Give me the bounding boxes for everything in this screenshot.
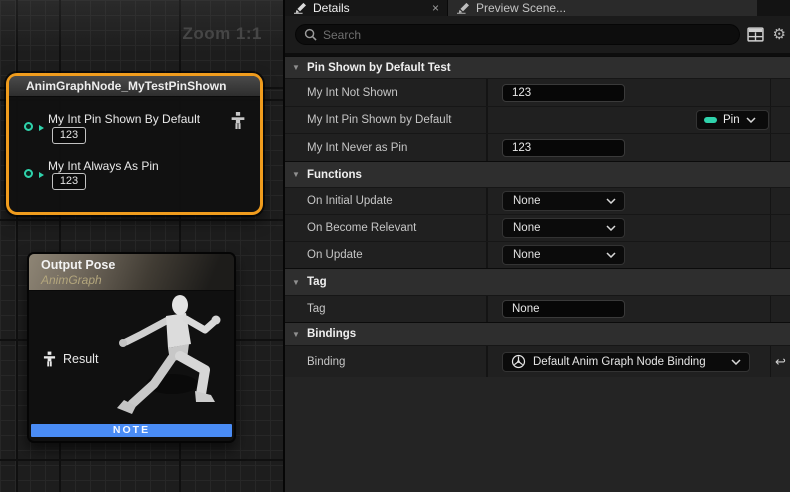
pose-watch-person-icon[interactable]: [230, 112, 246, 129]
node-header[interactable]: Output Pose AnimGraph: [29, 254, 234, 291]
tab-well: [757, 0, 790, 16]
property-row: Tag: [285, 295, 790, 322]
category-tag[interactable]: ▼ Tag: [285, 268, 790, 295]
pin-value-box[interactable]: 123: [52, 173, 86, 190]
details-empty-area: [285, 377, 790, 492]
preview-scene-tab-icon: [456, 2, 470, 14]
binding-dropdown[interactable]: Default Anim Graph Node Binding: [502, 352, 750, 372]
category-pin-shown-by-default-test[interactable]: ▼ Pin Shown by Default Test: [285, 56, 790, 78]
property-label: My Int Not Shown: [285, 79, 488, 106]
reset-column: [771, 134, 790, 161]
collapse-arrow-icon[interactable]: ▼: [292, 278, 307, 287]
property-label: On Update: [285, 242, 488, 268]
chevron-down-icon: [746, 117, 756, 123]
pin-label: My Int Pin Shown By Default: [48, 112, 200, 126]
my-int-never-as-pin-input[interactable]: [502, 139, 625, 157]
node-subtitle: AnimGraph: [41, 273, 234, 287]
graph-node-output-pose[interactable]: Output Pose AnimGraph: [27, 252, 236, 443]
search-icon: [304, 28, 317, 41]
reset-column: [771, 107, 790, 133]
on-update-dropdown[interactable]: None: [502, 245, 625, 265]
close-tab-icon[interactable]: ×: [432, 2, 439, 14]
pose-pin-person-icon: [43, 351, 56, 367]
property-row: On Update None: [285, 241, 790, 268]
property-row: On Become Relevant None: [285, 214, 790, 241]
pin-mode-dropdown[interactable]: Pin: [696, 110, 769, 130]
collapse-arrow-icon[interactable]: ▼: [292, 170, 307, 179]
pin-pill-icon: [704, 117, 717, 123]
tab-details[interactable]: Details ×: [285, 0, 447, 16]
search-input[interactable]: [323, 28, 731, 42]
property-label: My Int Never as Pin: [285, 134, 488, 161]
reset-column: [771, 79, 790, 106]
tab-label: Preview Scene...: [476, 1, 566, 15]
on-become-relevant-dropdown[interactable]: None: [502, 218, 625, 238]
search-box[interactable]: [295, 24, 740, 45]
category-functions[interactable]: ▼ Functions: [285, 161, 790, 187]
anim-graph-canvas[interactable]: Zoom 1:1 AnimGraphNode_MyTestPinShown My…: [0, 0, 283, 492]
reset-column: [771, 296, 790, 322]
pin-label: My Int Always As Pin: [48, 159, 159, 173]
on-initial-update-dropdown[interactable]: None: [502, 191, 625, 211]
graph-node-anim-test-pin-shown[interactable]: AnimGraphNode_MyTestPinShown My Int Pin …: [6, 73, 263, 215]
property-row: Binding Default Anim Graph Node Binding …: [285, 345, 790, 377]
zoom-level-indicator: Zoom 1:1: [182, 24, 262, 44]
pin-value-box[interactable]: 123: [52, 127, 86, 144]
property-row: My Int Not Shown: [285, 78, 790, 106]
settings-gear-icon[interactable]: ⚙: [773, 27, 786, 42]
property-row: On Initial Update None: [285, 187, 790, 214]
chevron-down-icon: [731, 359, 741, 365]
running-mannequin-image: [102, 292, 232, 437]
property-label: On Initial Update: [285, 188, 488, 214]
chevron-down-icon: [606, 198, 616, 204]
my-int-not-shown-input[interactable]: [502, 84, 625, 102]
property-matrix-icon[interactable]: [747, 27, 764, 42]
category-bindings[interactable]: ▼ Bindings: [285, 322, 790, 345]
tab-label: Details: [313, 1, 350, 15]
result-pin-label: Result: [63, 352, 98, 366]
result-pin[interactable]: Result: [43, 351, 98, 367]
property-label: My Int Pin Shown by Default: [285, 107, 488, 133]
int-pin-icon[interactable]: [24, 122, 33, 131]
binding-wheel-icon: [511, 354, 526, 369]
pin-arrow-icon: [39, 125, 44, 131]
reset-column: [771, 215, 790, 241]
collapse-arrow-icon[interactable]: ▼: [292, 63, 307, 72]
property-label: Binding: [285, 346, 488, 377]
property-row: My Int Pin Shown by Default Pin: [285, 106, 790, 133]
reset-column: [771, 188, 790, 214]
details-tab-icon: [293, 2, 307, 14]
tag-input[interactable]: [502, 300, 625, 318]
node-title: Output Pose: [41, 258, 234, 272]
chevron-down-icon: [606, 252, 616, 258]
tab-preview-scene[interactable]: Preview Scene...: [447, 0, 757, 16]
details-toolbar: ⚙: [285, 16, 790, 53]
property-label: On Become Relevant: [285, 215, 488, 241]
pin-arrow-icon: [39, 172, 44, 178]
tab-bar: Details × Preview Scene...: [285, 0, 790, 16]
note-banner[interactable]: NOTE: [31, 424, 232, 437]
property-row: My Int Never as Pin: [285, 133, 790, 161]
collapse-arrow-icon[interactable]: ▼: [292, 330, 307, 339]
details-panel: Details × Preview Scene...: [285, 0, 790, 492]
property-label: Tag: [285, 296, 488, 322]
chevron-down-icon: [606, 225, 616, 231]
anim-blueprint-editor: Zoom 1:1 AnimGraphNode_MyTestPinShown My…: [0, 0, 790, 492]
int-pin-icon[interactable]: [24, 169, 33, 178]
reset-to-default-icon[interactable]: ↩: [775, 354, 786, 370]
reset-column: [771, 242, 790, 268]
node-title[interactable]: AnimGraphNode_MyTestPinShown: [9, 76, 260, 97]
